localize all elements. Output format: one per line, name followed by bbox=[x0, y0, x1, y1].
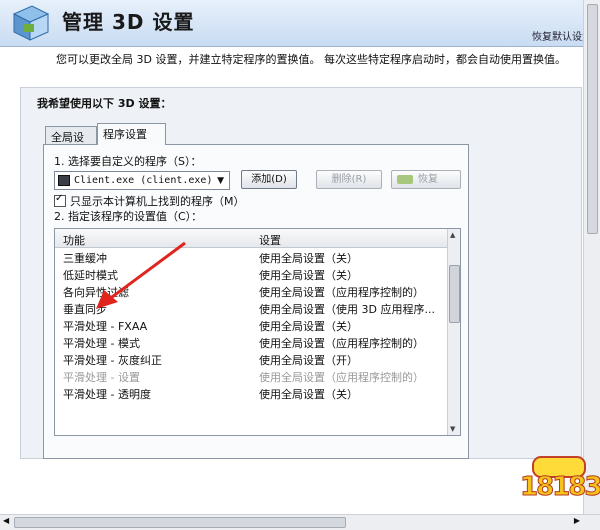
row-feature: 三重缓冲 bbox=[63, 252, 107, 265]
settings-row[interactable]: 平滑处理 - 灰度纠正 使用全局设置（开） bbox=[55, 350, 448, 367]
watermark-logo: 18183 bbox=[519, 456, 600, 512]
tab-program-settings[interactable]: 程序设置 bbox=[97, 123, 166, 145]
settings-row[interactable]: 平滑处理 - 透明度 使用全局设置（关） bbox=[55, 384, 448, 401]
page-hscroll-thumb[interactable] bbox=[14, 517, 346, 528]
3d-settings-group: 我希望使用以下 3D 设置： 全局设置 程序设置 1. 选择要自定义的程序（S）… bbox=[20, 87, 582, 459]
row-feature: 平滑处理 - 设置 bbox=[63, 371, 140, 384]
row-feature: 平滑处理 - 模式 bbox=[63, 337, 140, 350]
settings-row[interactable]: 低延时模式 使用全局设置（关） bbox=[55, 265, 448, 282]
watermark-text: 18183 bbox=[519, 472, 600, 503]
chevron-down-icon: ▼ bbox=[217, 176, 224, 186]
checkbox-checked-icon[interactable] bbox=[54, 193, 66, 207]
scroll-right-icon[interactable]: ▶ bbox=[574, 516, 580, 525]
settings-row[interactable]: 垂直同步 使用全局设置（使用 3D 应用程序... bbox=[55, 299, 448, 316]
row-feature: 平滑处理 - FXAA bbox=[63, 320, 148, 333]
row-setting: 使用全局设置（关） bbox=[259, 320, 358, 333]
row-feature: 平滑处理 - 透明度 bbox=[63, 388, 151, 401]
settings-row[interactable]: 平滑处理 - 模式 使用全局设置（应用程序控制的） bbox=[55, 333, 448, 350]
scroll-up-icon[interactable]: ▲ bbox=[450, 231, 455, 239]
main-content: 您可以更改全局 3D 设置，并建立特定程序的置换值。 每次这些特定程序启动时，都… bbox=[0, 47, 584, 515]
row-feature: 垂直同步 bbox=[63, 303, 107, 316]
settings-row[interactable]: 平滑处理 - 设置 使用全局设置（应用程序控制的） bbox=[55, 367, 448, 384]
page-vscroll-thumb[interactable] bbox=[587, 4, 598, 234]
row-feature: 低延时模式 bbox=[63, 269, 118, 282]
specify-settings-label: 2. 指定该程序的设置值（C）： bbox=[54, 210, 203, 223]
add-program-button[interactable]: 添加(D) bbox=[241, 170, 297, 189]
column-header-setting[interactable]: 设置 bbox=[259, 232, 281, 248]
restore-program-button[interactable]: 恢复 bbox=[391, 170, 461, 189]
nvidia-icon bbox=[397, 175, 413, 184]
row-setting: 使用全局设置（应用程序控制的） bbox=[259, 371, 424, 384]
group-title: 我希望使用以下 3D 设置： bbox=[37, 97, 172, 110]
header-bar: 管理 3D 设置 恢复默认设置 bbox=[0, 0, 600, 47]
program-exe-icon bbox=[58, 175, 70, 186]
settings-row[interactable]: 三重缓冲 使用全局设置（关） bbox=[55, 248, 448, 265]
tab-global-settings[interactable]: 全局设置 bbox=[45, 126, 97, 160]
settings-rows: 三重缓冲 使用全局设置（关） 低延时模式 使用全局设置（关） 各向异性过滤 使用全局设置（… bbox=[55, 248, 448, 401]
row-setting: 使用全局设置（应用程序控制的） bbox=[259, 286, 424, 299]
list-scroll-thumb[interactable] bbox=[449, 265, 460, 323]
list-scrollbar[interactable]: ▲ ▼ bbox=[447, 229, 460, 435]
checkbox-label: 只显示本计算机上找到的程序（M） bbox=[70, 195, 245, 208]
show-local-programs-checkbox[interactable]: 只显示本计算机上找到的程序（M） bbox=[54, 193, 245, 209]
page-vertical-scrollbar[interactable] bbox=[583, 0, 600, 515]
scroll-left-icon[interactable]: ◀ bbox=[3, 516, 9, 525]
page-description: 您可以更改全局 3D 设置，并建立特定程序的置换值。 每次这些特定程序启动时，都… bbox=[56, 53, 566, 66]
settings-list-header: 功能 设置 bbox=[55, 229, 448, 248]
row-setting: 使用全局设置（关） bbox=[259, 269, 358, 282]
settings-row[interactable]: 平滑处理 - FXAA 使用全局设置（关） bbox=[55, 316, 448, 333]
page-horizontal-scrollbar[interactable]: ◀ ▶ bbox=[0, 514, 600, 530]
scroll-down-icon[interactable]: ▼ bbox=[450, 425, 455, 433]
column-header-feature[interactable]: 功能 bbox=[63, 232, 85, 248]
row-setting: 使用全局设置（关） bbox=[259, 388, 358, 401]
row-setting: 使用全局设置（应用程序控制的） bbox=[259, 337, 424, 350]
restore-button-label: 恢复 bbox=[418, 174, 438, 185]
program-select[interactable]: Client.exe (client.exe) ▼ bbox=[54, 171, 230, 190]
row-setting: 使用全局设置（关） bbox=[259, 252, 358, 265]
settings-row[interactable]: 各向异性过滤 使用全局设置（应用程序控制的） bbox=[55, 282, 448, 299]
page-title: 管理 3D 设置 bbox=[62, 10, 195, 34]
remove-program-button[interactable]: 删除(R) bbox=[316, 170, 382, 189]
row-setting: 使用全局设置（使用 3D 应用程序... bbox=[259, 303, 435, 316]
row-setting: 使用全局设置（开） bbox=[259, 354, 358, 367]
select-program-label: 1. 选择要自定义的程序（S）： bbox=[54, 155, 202, 168]
3d-settings-logo-icon bbox=[12, 5, 50, 41]
row-feature: 各向异性过滤 bbox=[63, 286, 129, 299]
settings-list: 功能 设置 三重缓冲 使用全局设置（关） 低延时模式 使用全局设置（关） 各向异性过滤使… bbox=[54, 228, 461, 436]
program-settings-panel: 1. 选择要自定义的程序（S）： Client.exe (client.exe)… bbox=[43, 144, 469, 459]
program-select-value: Client.exe (client.exe) bbox=[74, 175, 213, 186]
row-feature: 平滑处理 - 灰度纠正 bbox=[63, 354, 162, 367]
